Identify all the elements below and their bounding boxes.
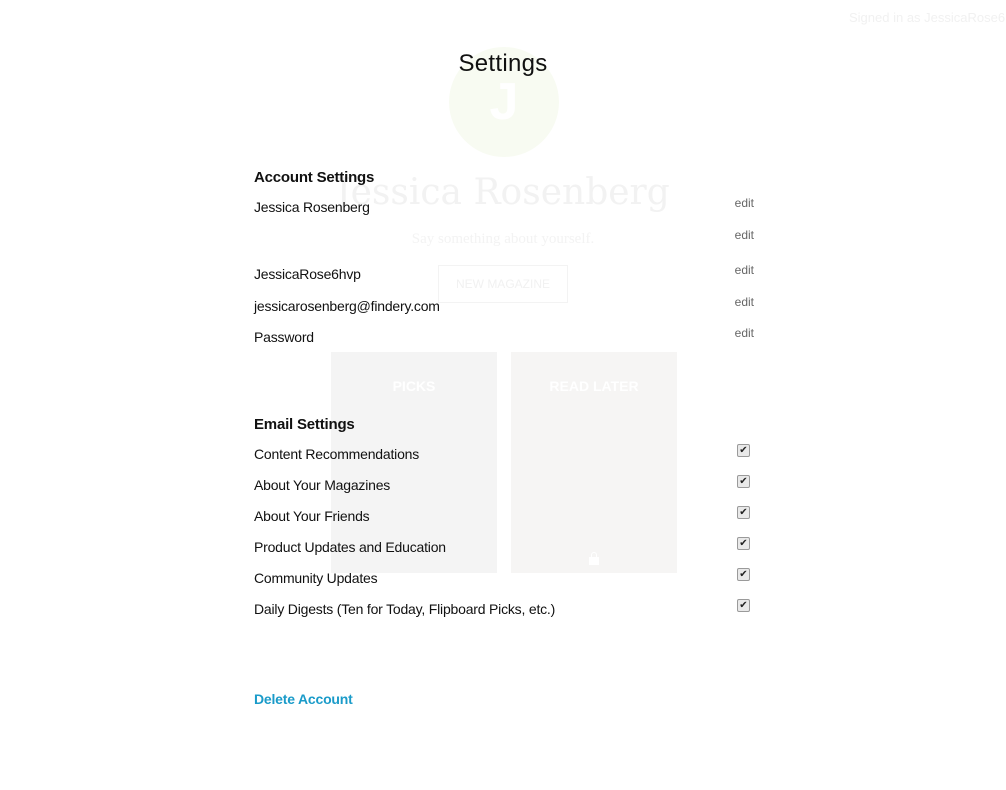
account-row-bio: edit bbox=[254, 228, 754, 251]
about-magazines-checkbox[interactable]: ✔ bbox=[737, 475, 750, 488]
email-option-row: Community Updates ✔ bbox=[254, 568, 754, 590]
account-username-value: JessicaRose6hvp bbox=[254, 266, 361, 282]
edit-email-link[interactable]: edit bbox=[735, 295, 754, 309]
email-option-row: Daily Digests (Ten for Today, Flipboard … bbox=[254, 599, 754, 621]
email-option-label: About Your Magazines bbox=[254, 477, 391, 493]
edit-name-link[interactable]: edit bbox=[735, 196, 754, 210]
daily-digests-checkbox[interactable]: ✔ bbox=[737, 599, 750, 612]
about-friends-checkbox[interactable]: ✔ bbox=[737, 506, 750, 519]
email-option-label: Community Updates bbox=[254, 570, 378, 586]
avatar-initial: J bbox=[489, 73, 519, 131]
account-row-email: jessicarosenberg@findery.com edit bbox=[254, 295, 754, 318]
email-option-label: Content Recommendations bbox=[254, 446, 420, 462]
account-row-name: Jessica Rosenberg edit bbox=[254, 196, 754, 219]
signed-in-status: Signed in as JessicaRose6 bbox=[849, 10, 1006, 25]
edit-username-link[interactable]: edit bbox=[735, 263, 754, 277]
email-option-label: Product Updates and Education bbox=[254, 539, 446, 555]
account-name-value: Jessica Rosenberg bbox=[254, 199, 370, 215]
email-settings-heading: Email Settings bbox=[254, 416, 355, 433]
page-title: Settings bbox=[458, 50, 548, 77]
account-row-username: JessicaRose6hvp edit bbox=[254, 263, 754, 286]
email-option-row: About Your Magazines ✔ bbox=[254, 475, 754, 497]
email-option-label: Daily Digests (Ten for Today, Flipboard … bbox=[254, 601, 556, 617]
edit-bio-link[interactable]: edit bbox=[735, 228, 754, 242]
background-profile-page: Signed in as JessicaRose6 J Jessica Rose… bbox=[0, 0, 1006, 790]
account-password-label: Password bbox=[254, 329, 314, 345]
account-row-password: Password edit bbox=[254, 326, 754, 349]
content-recommendations-checkbox[interactable]: ✔ bbox=[737, 444, 750, 457]
email-option-row: About Your Friends ✔ bbox=[254, 506, 754, 528]
account-settings-heading: Account Settings bbox=[254, 169, 375, 186]
delete-account-link[interactable]: Delete Account bbox=[254, 691, 353, 707]
email-option-row: Product Updates and Education ✔ bbox=[254, 537, 754, 559]
tile-label: READ LATER bbox=[549, 378, 639, 394]
product-updates-checkbox[interactable]: ✔ bbox=[737, 537, 750, 550]
email-option-row: Content Recommendations ✔ bbox=[254, 444, 754, 466]
account-email-value: jessicarosenberg@findery.com bbox=[254, 298, 440, 314]
community-updates-checkbox[interactable]: ✔ bbox=[737, 568, 750, 581]
tile-label: PICKS bbox=[392, 378, 436, 394]
edit-password-link[interactable]: edit bbox=[735, 326, 754, 340]
email-option-label: About Your Friends bbox=[254, 508, 370, 524]
